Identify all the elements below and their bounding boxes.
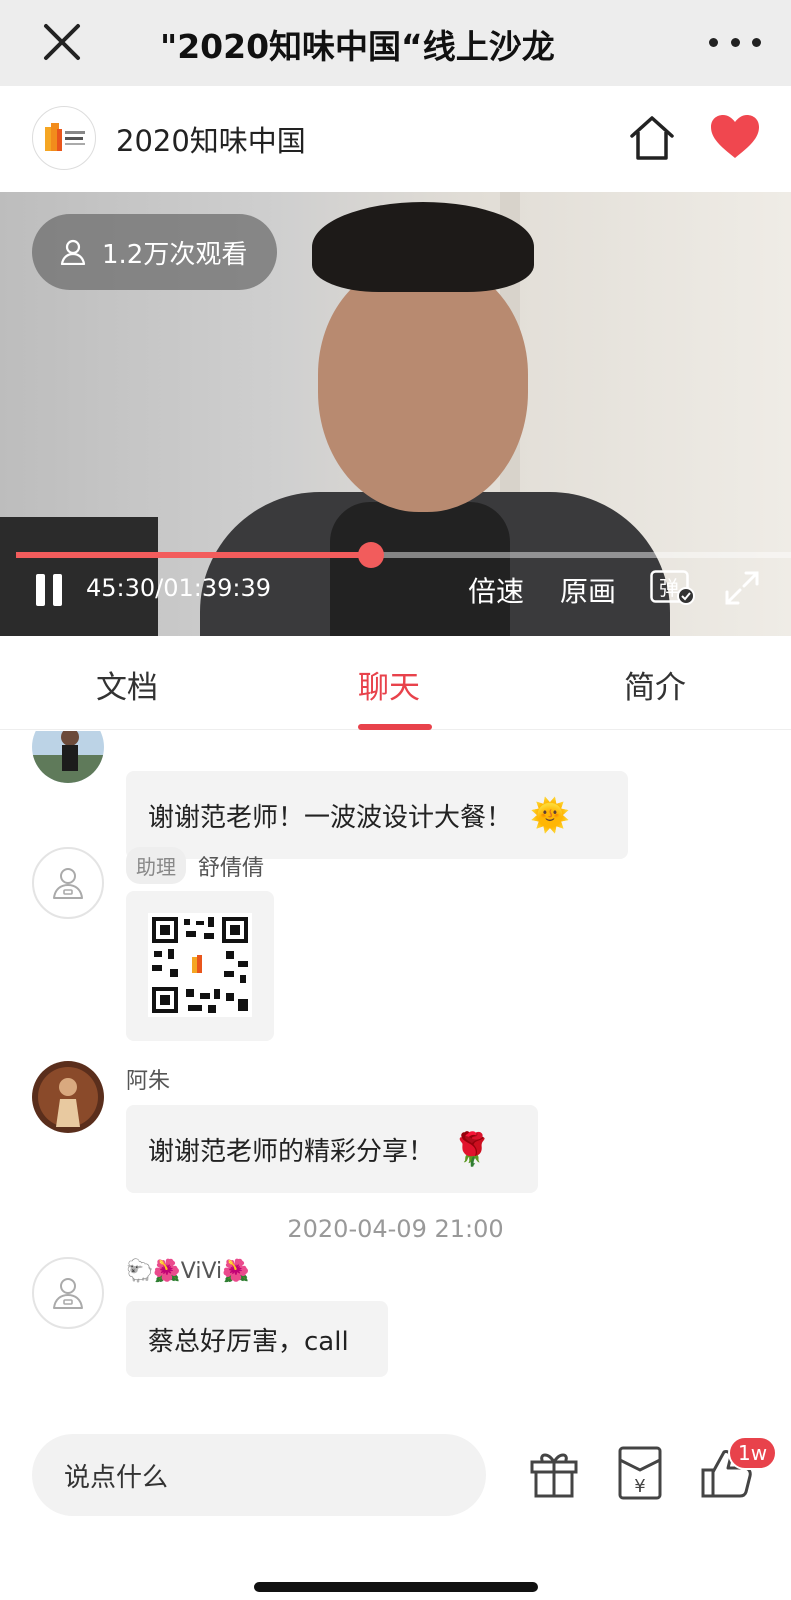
tasty-china-logo-icon [45,123,85,151]
home-indicator[interactable] [254,1582,538,1592]
message-text: 谢谢范老师！一波波设计大餐！ [148,802,513,833]
heart-icon[interactable] [710,114,760,160]
chat-input-bar: 说点什么 ¥ 1w [0,1422,791,1600]
message-text: 蔡总好厉害，call [148,1326,349,1357]
user-icon [60,239,86,265]
assistant-badge: 助理 [126,847,186,884]
sender-name: 🐑🌺ViVi🌺 [126,1259,250,1284]
default-user-icon [53,868,83,899]
avatar[interactable] [32,847,104,919]
home-icon[interactable] [628,114,676,162]
message-bubble: 谢谢范老师的精彩分享！ 🌹 [126,1105,538,1193]
top-nav-bar: "2020知味中国“线上沙龙 [0,0,791,86]
sun-emoji: 🌞 [530,796,570,834]
chat-input[interactable]: 说点什么 [32,1434,486,1516]
speaker-hair [312,202,534,292]
rose-emoji: 🌹 [452,1130,492,1168]
tab-documents[interactable]: 文档 [96,662,158,707]
chat-list[interactable]: 谢谢范老师！一波波设计大餐！ 🌞 助理 舒倩倩 阿朱 谢谢范老师的精彩分享！ 🌹… [0,731,791,1421]
page-title: "2020知味中国“线上沙龙 [160,27,555,66]
more-icon[interactable] [709,22,761,62]
sender-name: 舒倩倩 [198,855,265,881]
channel-name[interactable]: 2020知味中国 [116,118,306,160]
avatar[interactable] [32,731,104,783]
message-bubble: 蔡总好厉害，call [126,1301,388,1377]
progress-fill [16,552,371,558]
playback-time: 45:30/01:39:39 [86,574,272,602]
avatar[interactable] [32,1257,104,1329]
active-tab-indicator [358,724,432,730]
speed-button[interactable]: 倍速 [468,570,524,610]
qr-code-image[interactable] [148,913,252,1017]
message-sender: 助理 舒倩倩 [126,847,264,884]
svg-text:¥: ¥ [634,1476,645,1497]
red-packet-icon[interactable]: ¥ [618,1446,662,1500]
message-text: 谢谢范老师的精彩分享！ [148,1136,435,1167]
speaker-face [318,262,528,512]
chat-timestamp: 2020-04-09 21:00 [287,1215,504,1243]
pause-icon[interactable] [36,574,62,606]
message-bubble: 谢谢范老师！一波波设计大餐！ 🌞 [126,771,628,859]
video-controls: 45:30/01:39:39 倍速 原画 弹 [0,560,791,636]
avatar[interactable] [32,1061,104,1133]
danmu-toggle-icon[interactable]: 弹 [650,570,696,606]
fullscreen-icon[interactable] [724,570,760,606]
view-count-badge: 1.2万次观看 [32,214,278,290]
default-user-icon [53,1278,83,1309]
sender-name: 阿朱 [126,1069,171,1094]
tab-chat[interactable]: 聊天 [358,662,420,707]
danmu-label: 弹 [659,576,679,600]
message-sender: 🐑🌺ViVi🌺 [126,1259,250,1284]
channel-logo[interactable] [32,106,96,170]
gift-icon[interactable] [528,1448,580,1500]
video-player[interactable]: 1.2万次观看 45:30/01:39:39 倍速 原画 弹 [0,192,791,636]
like-count-badge: 1w [728,1436,778,1470]
content-tabs: 文档 聊天 简介 [0,636,791,730]
channel-header: 2020知味中国 [0,86,791,192]
tab-intro[interactable]: 简介 [624,662,686,707]
message-sender: 阿朱 [126,1063,170,1095]
view-count-text: 1.2万次观看 [102,239,248,270]
close-icon[interactable] [38,18,86,66]
quality-button[interactable]: 原画 [560,570,616,610]
image-message[interactable] [126,891,274,1041]
